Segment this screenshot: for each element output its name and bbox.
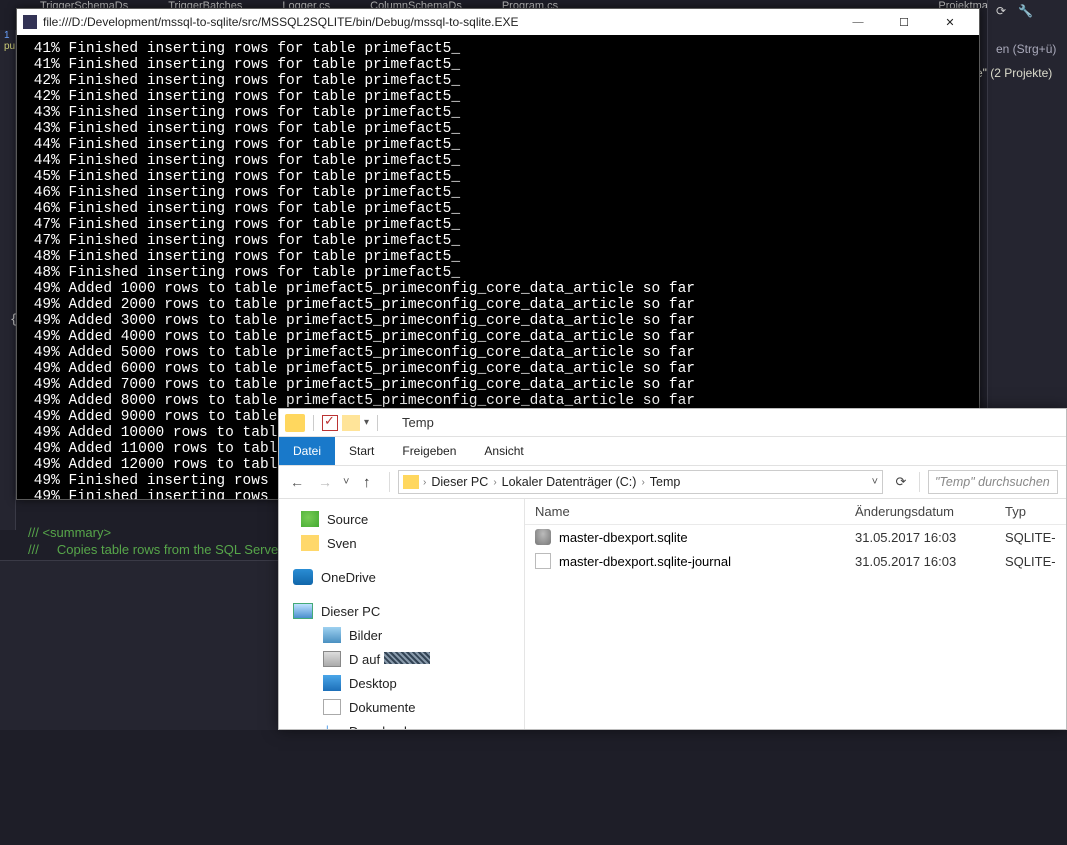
ribbon-tab-file[interactable]: Datei [279, 437, 335, 465]
breadcrumb[interactable]: Dieser PC [428, 475, 491, 489]
file-name: master-dbexport.sqlite [559, 530, 688, 545]
vs-document-tabs: TriggerSchemaDs TriggerBatches Logger.cs… [0, 0, 1067, 8]
folder-icon[interactable] [285, 414, 305, 432]
breadcrumb[interactable]: Lokaler Datenträger (C:) [499, 475, 640, 489]
folder-icon [403, 475, 419, 489]
vs-tab[interactable]: ColumnSchemaDs [370, 0, 462, 8]
chevron-right-icon[interactable]: › [423, 477, 426, 488]
tree-item[interactable]: Dieser PC [321, 604, 380, 619]
folder-icon [301, 535, 319, 551]
drive-icon [323, 651, 341, 667]
file-icon [535, 553, 551, 569]
maximize-button[interactable]: ☐ [881, 10, 927, 34]
location-title: Temp [402, 415, 434, 430]
explorer-window: ▾ Temp Datei Start Freigeben Ansicht ← →… [278, 408, 1067, 730]
ribbon-tab-share[interactable]: Freigeben [388, 437, 470, 465]
separator [919, 472, 920, 492]
tree-item[interactable]: Dokumente [349, 700, 415, 715]
column-date[interactable]: Änderungsdatum [855, 504, 1005, 519]
properties-icon[interactable] [322, 415, 338, 431]
code-comment: /// <summary> /// Copies table rows from… [28, 525, 283, 559]
refresh-button[interactable]: ⟳ [891, 474, 911, 490]
tree-item[interactable]: Downloads [349, 724, 413, 730]
this-pc-icon [293, 603, 313, 619]
chevron-down-icon[interactable]: ▾ [364, 417, 369, 428]
downloads-icon: ↓ [323, 723, 341, 729]
vs-tab[interactable]: TriggerBatches [168, 0, 242, 8]
chevron-down-icon[interactable]: ˅ [872, 476, 878, 488]
vs-tab[interactable]: Logger.cs [282, 0, 330, 8]
chevron-right-icon[interactable]: › [641, 477, 644, 488]
tree-item[interactable]: OneDrive [321, 570, 376, 585]
refresh-icon[interactable]: ⟳ [996, 4, 1006, 18]
tree-item[interactable]: Source [327, 512, 368, 527]
back-button[interactable]: ← [287, 474, 307, 490]
ribbon-tab-view[interactable]: Ansicht [470, 437, 537, 465]
onedrive-icon [293, 569, 313, 585]
forward-button[interactable]: → [315, 474, 335, 490]
line-number: 1 [0, 30, 15, 41]
address-bar[interactable]: › Dieser PC › Lokaler Datenträger (C:) ›… [398, 470, 883, 494]
folder-icon [301, 511, 319, 527]
tree-item[interactable]: Bilder [349, 628, 382, 643]
column-name[interactable]: Name [535, 504, 855, 519]
tree-item[interactable]: Sven [327, 536, 357, 551]
file-row[interactable]: master-dbexport.sqlite-journal 31.05.2017… [525, 549, 1066, 573]
explorer-navbar: ← → ˅ ↑ › Dieser PC › Lokaler Datenträge… [279, 465, 1066, 499]
explorer-file-list[interactable]: Name Änderungsdatum Typ master-dbexport.… [525, 499, 1066, 729]
separator [313, 415, 314, 431]
explorer-quick-access-toolbar: ▾ Temp [279, 409, 1066, 437]
file-type: SQLITE- [1005, 530, 1066, 545]
column-type[interactable]: Typ [1005, 504, 1066, 519]
vs-tab[interactable]: Program.cs [502, 0, 558, 8]
new-folder-icon[interactable] [342, 415, 360, 431]
up-button[interactable]: ↑ [363, 474, 381, 491]
column-headers: Name Änderungsdatum Typ [525, 499, 1066, 525]
recent-locations-button[interactable]: ˅ [343, 476, 355, 488]
file-date: 31.05.2017 16:03 [855, 554, 1005, 569]
wrench-icon[interactable]: 🔧 [1018, 4, 1033, 18]
breadcrumb[interactable]: Temp [647, 475, 684, 489]
tree-item[interactable]: Desktop [349, 676, 397, 691]
console-title-text: file:///D:/Development/mssql-to-sqlite/s… [43, 15, 519, 29]
redacted-text [384, 652, 430, 664]
file-name: master-dbexport.sqlite-journal [559, 554, 731, 569]
documents-icon [323, 699, 341, 715]
explorer-ribbon: Datei Start Freigeben Ansicht [279, 437, 1066, 465]
search-input[interactable]: "Temp" durchsuchen [928, 470, 1058, 494]
separator [377, 415, 378, 431]
vs-right-projects: e" (2 Projekte) [976, 66, 1052, 80]
close-button[interactable]: ✕ [927, 10, 973, 34]
separator [389, 472, 390, 492]
file-icon [535, 529, 551, 545]
vs-tab[interactable]: TriggerSchemaDs [40, 0, 128, 8]
pictures-icon [323, 627, 341, 643]
desktop-icon [323, 675, 341, 691]
console-titlebar[interactable]: file:///D:/Development/mssql-to-sqlite/s… [17, 9, 979, 35]
explorer-tree[interactable]: Source Sven OneDrive Dieser PC Bilder D … [279, 499, 525, 729]
file-row[interactable]: master-dbexport.sqlite 31.05.2017 16:03SQ… [525, 525, 1066, 549]
minimize-button[interactable]: — [835, 10, 881, 34]
file-date: 31.05.2017 16:03 [855, 530, 1005, 545]
chevron-right-icon[interactable]: › [493, 477, 496, 488]
gutter-text: pu [0, 41, 15, 52]
app-icon [23, 15, 37, 29]
ribbon-tab-start[interactable]: Start [335, 437, 388, 465]
file-type: SQLITE- [1005, 554, 1066, 569]
tree-item[interactable]: D auf [349, 652, 430, 667]
vs-right-text: en (Strg+ü) [996, 42, 1056, 56]
